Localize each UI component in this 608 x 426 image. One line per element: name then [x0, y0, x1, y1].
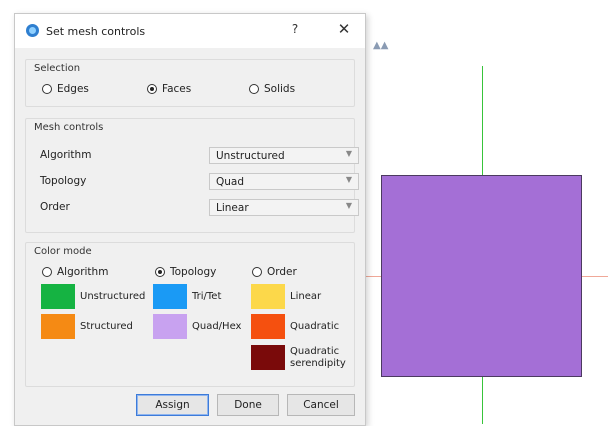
- dialog-body: Selection Edges Faces Solids Mesh contro…: [15, 48, 365, 425]
- quadratic-serendipity-color-swatch: [251, 345, 285, 370]
- unstructured-legend-label: Unstructured: [80, 291, 146, 302]
- set-mesh-controls-dialog: Set mesh controls ? ✕ Selection Edges Fa…: [14, 13, 366, 426]
- selection-group-title: Selection: [34, 63, 81, 74]
- viewport-toolbar-icon[interactable]: ▲▲: [373, 40, 388, 51]
- topology-select[interactable]: Quad ▼: [209, 173, 359, 190]
- radio-color-algorithm[interactable]: Algorithm: [42, 266, 108, 278]
- unstructured-color-swatch: [41, 284, 75, 309]
- radio-faces[interactable]: Faces: [147, 83, 191, 95]
- assign-button[interactable]: Assign: [136, 394, 209, 416]
- structured-legend-label: Structured: [80, 321, 133, 332]
- app-icon: [26, 24, 39, 37]
- mesh-controls-group-title: Mesh controls: [34, 122, 104, 133]
- radio-faces-indicator[interactable]: [147, 84, 157, 94]
- close-button[interactable]: ✕: [333, 20, 355, 40]
- color-mode-group: Color mode Algorithm Topology Order Unst…: [25, 242, 355, 387]
- selection-group: Selection Edges Faces Solids: [25, 59, 355, 107]
- tri-tet-color-swatch: [153, 284, 187, 309]
- radio-edges-label: Edges: [57, 83, 89, 95]
- algorithm-select[interactable]: Unstructured ▼: [209, 147, 359, 164]
- radio-color-order-indicator[interactable]: [252, 267, 262, 277]
- chevron-down-icon: ▼: [345, 175, 352, 184]
- algorithm-label: Algorithm: [40, 149, 92, 161]
- done-button[interactable]: Done: [217, 394, 279, 416]
- radio-edges-indicator[interactable]: [42, 84, 52, 94]
- cancel-button[interactable]: Cancel: [287, 394, 355, 416]
- radio-color-algorithm-indicator[interactable]: [42, 267, 52, 277]
- meshed-face[interactable]: [381, 175, 582, 377]
- order-select[interactable]: Linear ▼: [209, 199, 359, 216]
- radio-color-topology-indicator[interactable]: [155, 267, 165, 277]
- quadratic-serendipity-legend-label: Quadratic serendipity: [290, 346, 346, 369]
- order-label: Order: [40, 201, 70, 213]
- chevron-down-icon: ▼: [345, 149, 352, 158]
- radio-color-topology[interactable]: Topology: [155, 266, 216, 278]
- dialog-title: Set mesh controls: [46, 25, 146, 38]
- color-mode-group-title: Color mode: [34, 246, 92, 257]
- radio-solids[interactable]: Solids: [249, 83, 295, 95]
- radio-solids-indicator[interactable]: [249, 84, 259, 94]
- structured-color-swatch: [41, 314, 75, 339]
- radio-edges[interactable]: Edges: [42, 83, 89, 95]
- radio-solids-label: Solids: [264, 83, 296, 95]
- topology-select-value: Quad: [216, 176, 245, 188]
- chevron-down-icon: ▼: [345, 201, 352, 210]
- radio-color-algorithm-label: Algorithm: [57, 266, 109, 278]
- quadratic-legend-label: Quadratic: [290, 321, 340, 332]
- radio-faces-label: Faces: [162, 83, 192, 95]
- order-select-value: Linear: [216, 202, 249, 214]
- radio-color-order-label: Order: [267, 266, 297, 278]
- radio-color-order[interactable]: Order: [252, 266, 297, 278]
- quad-hex-color-swatch: [153, 314, 187, 339]
- algorithm-select-value: Unstructured: [216, 150, 285, 162]
- linear-color-swatch: [251, 284, 285, 309]
- quad-hex-legend-label: Quad/Hex: [192, 321, 242, 332]
- mesh-controls-group: Mesh controls Algorithm Unstructured ▼ T…: [25, 118, 359, 233]
- topology-label: Topology: [40, 175, 87, 187]
- linear-legend-label: Linear: [290, 291, 322, 302]
- help-button[interactable]: ?: [285, 22, 305, 40]
- radio-color-topology-label: Topology: [170, 266, 217, 278]
- quadratic-color-swatch: [251, 314, 285, 339]
- dialog-titlebar[interactable]: Set mesh controls ? ✕: [15, 14, 365, 48]
- tri-tet-legend-label: Tri/Tet: [192, 291, 222, 302]
